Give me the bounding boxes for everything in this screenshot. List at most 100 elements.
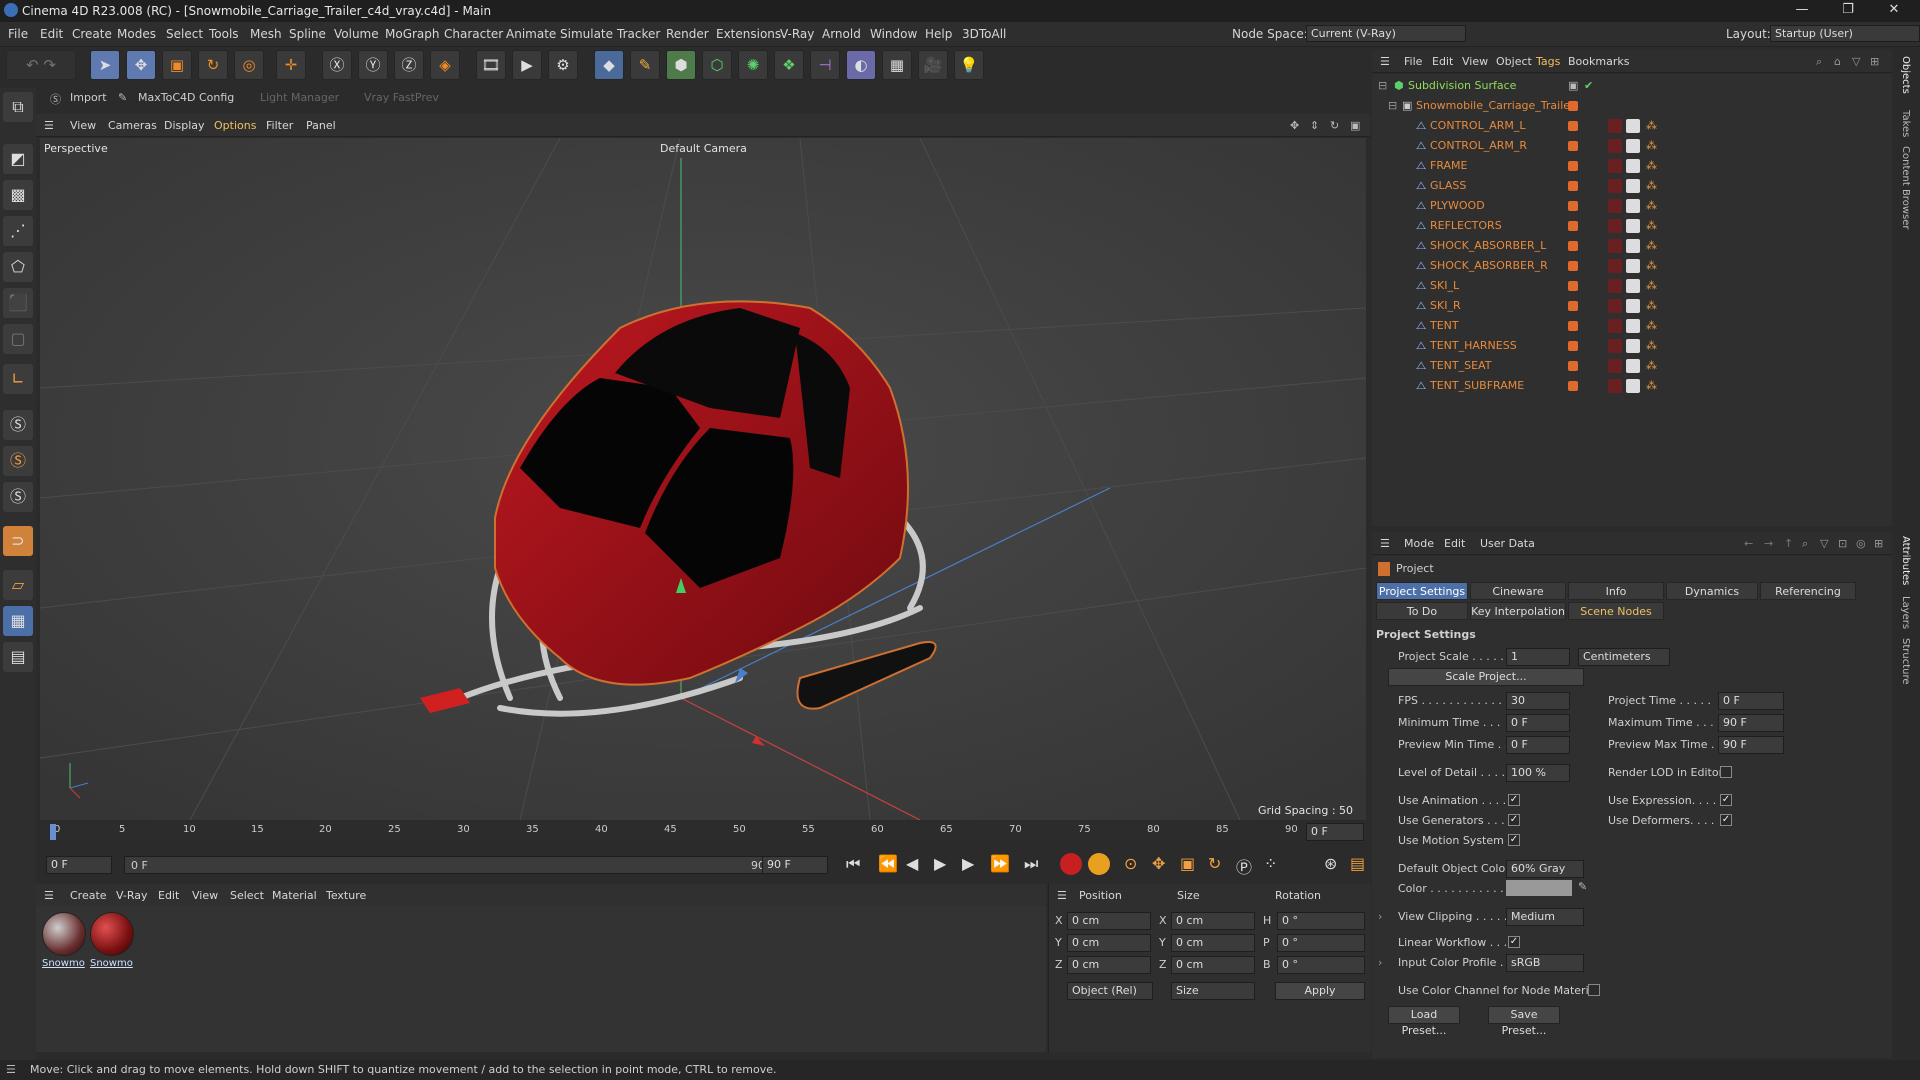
menu-edit[interactable]: Edit <box>40 27 63 41</box>
render-lod-checkbox[interactable] <box>1720 766 1732 778</box>
uv-tag-icon[interactable] <box>1626 319 1640 333</box>
object-menu-view[interactable]: View <box>1462 55 1488 68</box>
phong-tag-icon[interactable]: ⁂ <box>1646 159 1657 172</box>
prev-frame-icon[interactable]: ◀ <box>906 854 918 873</box>
layer-color-icon[interactable] <box>1568 141 1578 151</box>
render-view-icon[interactable]: 🎞 <box>476 50 506 80</box>
material-menu-view[interactable]: View <box>192 889 218 902</box>
menu-window[interactable]: Window <box>870 27 917 41</box>
menu-file[interactable]: File <box>8 27 28 41</box>
material-tag-icon[interactable] <box>1608 119 1622 133</box>
viewport-menu-options[interactable]: Options <box>214 119 256 132</box>
go-to-end-icon[interactable]: ⏭ <box>1024 854 1038 874</box>
save-preset-button[interactable]: Save Preset... <box>1488 1006 1560 1037</box>
expand-arrow-icon[interactable]: › <box>1378 956 1382 969</box>
object-row[interactable]: ⧍ TENT_SEAT ⁂ <box>1372 356 1892 376</box>
uv-tag-icon[interactable] <box>1626 139 1640 153</box>
layer-color-icon[interactable] <box>1568 241 1578 251</box>
hamburger-icon[interactable]: ☰ <box>1057 889 1067 902</box>
object-row[interactable]: ⧍ SHOCK_ABSORBER_R ⁂ <box>1372 256 1892 276</box>
tab-scene-nodes[interactable]: Scene Nodes <box>1568 602 1664 620</box>
use-generators-checkbox[interactable]: ✓ <box>1508 814 1520 826</box>
use-motion-checkbox[interactable]: ✓ <box>1508 834 1520 846</box>
maxtoc4d-icon[interactable]: ✎ <box>118 91 127 104</box>
rotate-view-icon[interactable]: ↻ <box>1330 119 1339 132</box>
cube-icon[interactable]: ◆ <box>594 50 624 80</box>
material-tag-icon[interactable] <box>1608 219 1622 233</box>
menu-vray[interactable]: V-Ray <box>780 27 814 41</box>
phong-tag-icon[interactable]: ⁂ <box>1646 339 1657 352</box>
enabled-check-icon[interactable]: ✔ <box>1584 79 1593 92</box>
render-picture-viewer-icon[interactable]: ▶ <box>512 50 542 80</box>
object-name[interactable]: CONTROL_ARM_L <box>1430 119 1526 132</box>
tab-takes[interactable]: Takes <box>1900 110 1911 137</box>
material-menu-vray[interactable]: V-Ray <box>116 889 148 902</box>
z-axis-icon[interactable]: Ⓩ <box>394 50 424 80</box>
object-row[interactable]: ⧍ FRAME ⁂ <box>1372 156 1892 176</box>
use-expression-checkbox[interactable]: ✓ <box>1720 794 1732 806</box>
material-tag-icon[interactable] <box>1608 139 1622 153</box>
status-menu-icon[interactable]: ☰ <box>6 1063 16 1076</box>
axis-mode-icon[interactable]: ∟ <box>3 364 33 394</box>
y-axis-icon[interactable]: Ⓨ <box>358 50 388 80</box>
render-settings-icon[interactable]: ⚙ <box>548 50 578 80</box>
object-name[interactable]: CONTROL_ARM_R <box>1430 139 1527 152</box>
object-row[interactable]: ⧍ CONTROL_ARM_L ⁂ <box>1372 116 1892 136</box>
range-slider[interactable]: 0 F 90 F <box>124 856 784 874</box>
texture-mode-icon[interactable]: ▩ <box>3 180 33 210</box>
menu-simulate[interactable]: Simulate <box>560 27 613 41</box>
size-mode-select[interactable]: Size <box>1171 982 1255 1000</box>
uv-tag-icon[interactable] <box>1626 219 1640 233</box>
uv-tag-icon[interactable] <box>1626 339 1640 353</box>
apply-button[interactable]: Apply <box>1275 982 1365 1000</box>
layer-color-icon[interactable] <box>1568 281 1578 291</box>
coordinate-mode-select[interactable]: Object (Rel) <box>1067 982 1153 1000</box>
motion-clip-icon[interactable]: ⊛ <box>1324 854 1337 873</box>
tab-attributes[interactable]: Attributes <box>1900 536 1911 585</box>
layer-color-icon[interactable] <box>1568 301 1578 311</box>
go-to-start-icon[interactable]: ⏮ <box>846 854 860 874</box>
snap-settings-icon[interactable]: Ⓢ <box>3 446 33 476</box>
object-menu-bookmarks[interactable]: Bookmarks <box>1568 55 1629 68</box>
layer-color-icon[interactable] <box>1568 181 1578 191</box>
object-row[interactable]: ⧍ REFLECTORS ⁂ <box>1372 216 1892 236</box>
scale-tool-icon[interactable]: ▣ <box>162 50 192 80</box>
object-row[interactable]: ⧍ TENT_SUBFRAME ⁂ <box>1372 376 1892 396</box>
use-animation-checkbox[interactable]: ✓ <box>1508 794 1520 806</box>
expand-arrow-icon[interactable]: › <box>1378 910 1382 923</box>
menu-volume[interactable]: Volume <box>334 27 379 41</box>
uv-tag-icon[interactable] <box>1626 239 1640 253</box>
lod-field[interactable]: 100 % <box>1506 764 1570 782</box>
layer-color-icon[interactable] <box>1568 341 1578 351</box>
object-menu-file[interactable]: File <box>1404 55 1422 68</box>
layer-color-icon[interactable] <box>1568 201 1578 211</box>
forward-arrow-icon[interactable]: → <box>1764 537 1773 550</box>
viewport-menu-display[interactable]: Display <box>164 119 205 132</box>
import-button[interactable]: Import <box>70 91 107 104</box>
attr-menu-edit[interactable]: Edit <box>1444 537 1465 550</box>
menu-3dtoall[interactable]: 3DToAll <box>962 27 1006 41</box>
fps-field[interactable]: 30 <box>1506 692 1570 710</box>
undo-redo-icon[interactable]: ↶ ↷ <box>6 50 76 80</box>
layer-color-icon[interactable] <box>1568 321 1578 331</box>
position-key-icon[interactable]: ✥ <box>1152 854 1165 873</box>
hamburger-icon[interactable]: ☰ <box>44 119 54 132</box>
rotation-key-icon[interactable]: ↻ <box>1208 854 1221 873</box>
pos-x-field[interactable]: 0 cm <box>1067 912 1151 930</box>
layer-color-icon[interactable] <box>1568 361 1578 371</box>
magnet-icon[interactable]: ⊃ <box>3 526 33 556</box>
edit-toggle-icon[interactable]: ▣ <box>1568 79 1578 92</box>
size-y-field[interactable]: 0 cm <box>1171 934 1255 952</box>
menu-tracker[interactable]: Tracker <box>617 27 660 41</box>
hamburger-icon[interactable]: ☰ <box>1380 55 1390 68</box>
object-row[interactable]: ⧍ TENT ⁂ <box>1372 316 1892 336</box>
menu-character[interactable]: Character <box>444 27 503 41</box>
menu-create[interactable]: Create <box>72 27 112 41</box>
mograph-icon[interactable]: ❖ <box>774 50 804 80</box>
object-row[interactable]: ⧍ PLYWOOD ⁂ <box>1372 196 1892 216</box>
uv-tag-icon[interactable] <box>1626 359 1640 373</box>
menu-extensions[interactable]: Extensions <box>716 27 781 41</box>
mograph-cloner-icon[interactable]: ✺ <box>738 50 768 80</box>
max-time-field[interactable]: 90 F <box>1718 714 1784 732</box>
phong-tag-icon[interactable]: ⁂ <box>1646 239 1657 252</box>
